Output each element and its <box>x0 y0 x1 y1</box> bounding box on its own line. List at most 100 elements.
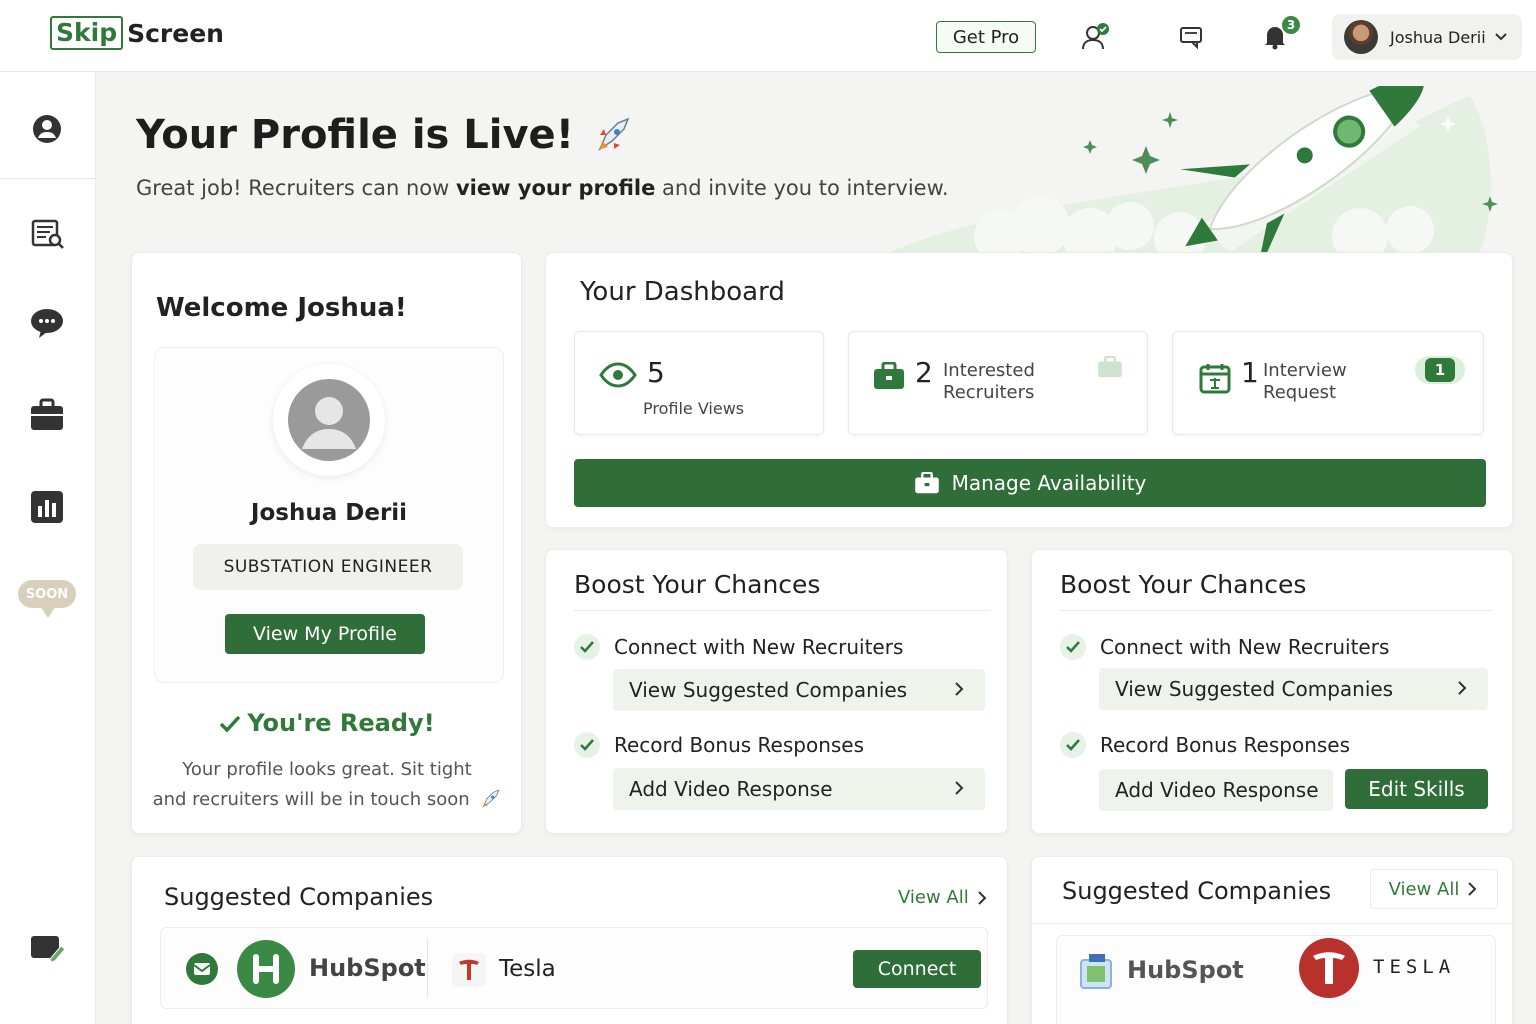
subtitle-bold: view your profile <box>455 176 656 200</box>
interview-request-badge: 1 <box>1415 356 1465 384</box>
record-bonus-item: Record Bonus Responses <box>1060 732 1350 758</box>
job-search-icon[interactable] <box>26 212 68 254</box>
page-subtitle: Great job! Recruiters can now view your … <box>136 176 949 200</box>
view-all-label: View All <box>1388 878 1460 900</box>
user-avatar <box>1344 20 1378 54</box>
briefcase-icon <box>874 362 904 389</box>
view-all-label: View All <box>898 887 969 908</box>
interested-recruiters-stat[interactable]: 2 Interested Recruiters <box>848 331 1148 435</box>
briefcase-white-icon <box>914 472 939 494</box>
profile-job-title: SUBSTATION ENGINEER <box>193 544 463 590</box>
top-header: Skip Screen Get Pro 3 Joshua Derii <box>0 0 1536 72</box>
add-video-response-label: Add Video Response <box>1115 778 1319 802</box>
tesla-logo-icon <box>452 953 486 987</box>
briefcase-icon[interactable] <box>26 394 68 436</box>
dashboard-card: Your Dashboard 5 Profile Views 2 Interes… <box>545 252 1513 528</box>
profile-views-stat[interactable]: 5 Profile Views <box>574 331 824 435</box>
page-title: Your Profile is Live! <box>136 112 632 158</box>
view-suggested-companies-label: View Suggested Companies <box>629 678 908 702</box>
boost-title: Boost Your Chances <box>574 570 821 599</box>
view-suggested-companies-label: View Suggested Companies <box>1115 677 1394 701</box>
profile-icon[interactable] <box>26 108 68 150</box>
profile-views-count: 5 <box>647 356 665 389</box>
chevron-down-icon <box>1494 33 1507 41</box>
chat-icon[interactable] <box>1176 22 1206 52</box>
sidebar: SOON <box>0 72 96 1024</box>
view-suggested-companies-link[interactable]: View Suggested Companies <box>613 669 985 711</box>
chevron-right-icon <box>955 682 964 696</box>
boost-card-right: Boost Your Chances Connect with New Recr… <box>1031 549 1513 834</box>
interview-request-stat[interactable]: 1 Interview Request 1 <box>1172 331 1484 435</box>
interested-recruiters-label-2: Recruiters <box>943 382 1035 403</box>
view-all-link[interactable]: View All <box>898 887 989 908</box>
default-avatar-icon <box>288 379 370 461</box>
boost-title: Boost Your Chances <box>1060 570 1307 599</box>
calendar-icon <box>1199 364 1231 394</box>
manage-availability-label: Manage Availability <box>951 471 1147 495</box>
connect-recruiters-item: Connect with New Recruiters <box>1060 634 1389 660</box>
company-divider <box>427 938 428 998</box>
connect-button[interactable]: Connect <box>853 950 981 988</box>
interview-request-count: 1 <box>1241 356 1259 389</box>
record-bonus-item: Record Bonus Responses <box>574 732 864 758</box>
record-bonus-text: Record Bonus Responses <box>1100 733 1351 757</box>
dashboard-title: Your Dashboard <box>580 277 785 307</box>
view-my-profile-button[interactable]: View My Profile <box>225 614 425 654</box>
welcome-title: Welcome Joshua! <box>156 293 407 323</box>
company-hubspot-name[interactable]: HubSpot <box>1127 956 1244 984</box>
checkmark-icon <box>220 715 241 733</box>
add-video-response-link[interactable]: Add Video Response <box>613 768 985 810</box>
tesla-circle-logo-icon <box>1299 938 1359 998</box>
check-circle-icon <box>574 732 600 758</box>
recruiter-verified-icon[interactable] <box>1080 22 1110 52</box>
messages-icon[interactable] <box>26 302 68 344</box>
rocket-illustration <box>890 86 1498 252</box>
user-menu[interactable]: Joshua Derii <box>1332 14 1522 60</box>
eye-icon <box>599 362 637 388</box>
manage-availability-button[interactable]: Manage Availability <box>574 459 1486 507</box>
view-suggested-companies-link[interactable]: View Suggested Companies <box>1099 668 1488 710</box>
boost-card-left: Boost Your Chances Connect with New Recr… <box>545 549 1008 834</box>
ready-line-2-wrap: and recruiters will be in touch soon <box>152 785 502 815</box>
company-logos: HubSpot TESLA <box>1056 935 1496 1024</box>
sidebar-divider <box>0 178 96 179</box>
interview-request-badge-count: 1 <box>1425 358 1455 382</box>
card-divider <box>1032 923 1512 924</box>
edit-icon[interactable] <box>26 928 68 970</box>
interview-request-label-2: Request <box>1263 382 1337 403</box>
notifications-bell-icon[interactable]: 3 <box>1260 16 1300 52</box>
analytics-icon[interactable] <box>26 486 68 528</box>
page-title-text: Your Profile is Live! <box>136 112 574 158</box>
edit-skills-button[interactable]: Edit Skills <box>1345 769 1488 809</box>
company-list: HubSpot Tesla Connect <box>160 927 988 1009</box>
suggested-companies-title: Suggested Companies <box>164 883 434 911</box>
check-circle-icon <box>1060 634 1086 660</box>
user-name: Joshua Derii <box>1390 27 1486 47</box>
boost-divider <box>1060 610 1492 611</box>
company-tesla-name[interactable]: Tesla <box>499 956 556 982</box>
profile-summary: Joshua Derii SUBSTATION ENGINEER View My… <box>154 347 504 683</box>
get-pro-button[interactable]: Get Pro <box>936 21 1036 53</box>
view-all-button[interactable]: View All <box>1370 869 1498 909</box>
ready-message: Your profile looks great. Sit tight and … <box>152 755 502 815</box>
record-bonus-text: Record Bonus Responses <box>614 733 865 757</box>
suggested-companies-card-right: Suggested Companies View All HubSpot TES… <box>1031 856 1513 1024</box>
hubspot-logo-icon <box>237 940 295 998</box>
chevron-right-icon <box>978 890 987 905</box>
company-tesla-wordmark[interactable]: TESLA <box>1373 956 1455 978</box>
logo-skip: Skip <box>50 16 124 50</box>
profile-views-label: Profile Views <box>643 399 745 418</box>
profile-avatar <box>273 364 385 476</box>
chevron-right-icon <box>1468 882 1477 896</box>
faded-briefcase-icon <box>1098 356 1122 378</box>
logo-screen: Screen <box>127 18 224 48</box>
chevron-right-icon <box>1458 681 1467 695</box>
add-video-response-link[interactable]: Add Video Response <box>1099 769 1333 811</box>
chevron-right-icon <box>955 781 964 795</box>
skipscreen-logo[interactable]: Skip Screen <box>50 16 224 50</box>
company-hubspot-name[interactable]: HubSpot <box>309 954 426 982</box>
add-video-response-label: Add Video Response <box>629 777 833 801</box>
check-circle-icon <box>574 634 600 660</box>
connect-recruiters-item: Connect with New Recruiters <box>574 634 903 660</box>
boost-divider <box>574 610 990 611</box>
